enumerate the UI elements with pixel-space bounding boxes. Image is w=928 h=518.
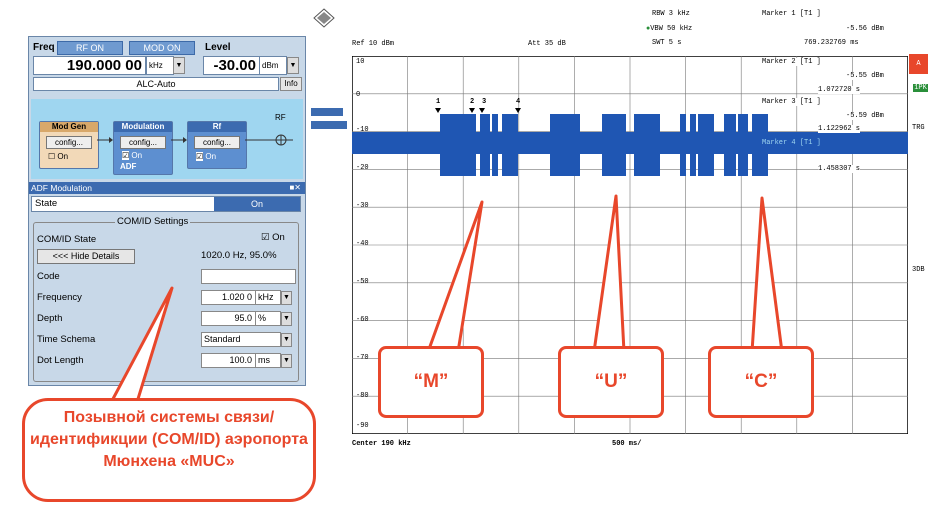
callout-c-pointer	[750, 196, 784, 354]
callout-m-pointer	[426, 200, 484, 354]
callout-letter-m: “M”	[378, 346, 484, 418]
caption-callout: Позывной системы связи/идентификции (COM…	[22, 398, 316, 502]
callout-letter-c: “C”	[708, 346, 814, 418]
callout-u-pointer	[592, 194, 626, 354]
screen: { "generator": { "freq_label": "Freq", "…	[0, 0, 928, 518]
callout-letter-u: “U”	[558, 346, 664, 418]
caption-pointer	[104, 286, 174, 414]
